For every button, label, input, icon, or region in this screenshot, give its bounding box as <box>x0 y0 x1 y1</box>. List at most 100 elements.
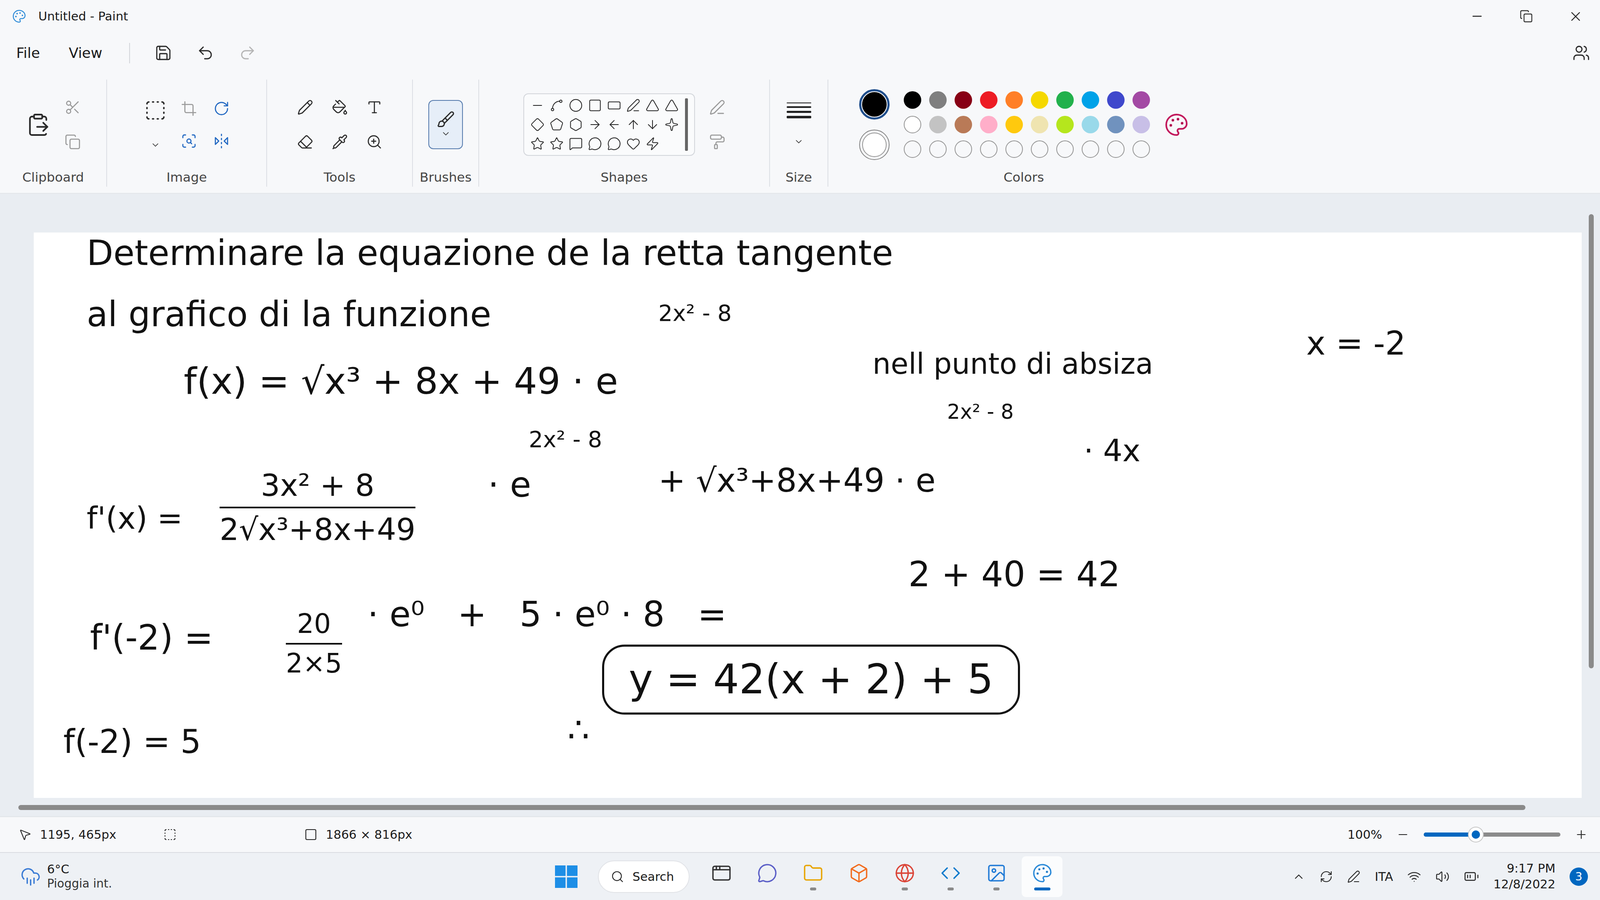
color-swatch[interactable] <box>980 115 998 134</box>
rectangle-icon[interactable] <box>587 98 603 113</box>
undo-icon[interactable] <box>196 44 215 62</box>
color-swatch[interactable] <box>903 140 922 158</box>
rectangle-callout-icon[interactable] <box>568 136 583 151</box>
zoom-slider[interactable] <box>1423 832 1561 837</box>
size-icon[interactable] <box>786 102 812 119</box>
redo-icon[interactable] <box>238 44 257 62</box>
taskbar-app[interactable] <box>1021 856 1063 898</box>
fill-icon[interactable] <box>331 99 348 116</box>
restore-icon[interactable] <box>1519 9 1533 23</box>
curve-icon[interactable] <box>549 98 564 113</box>
color-swatch[interactable] <box>1081 91 1100 109</box>
pen-icon[interactable] <box>1347 870 1361 884</box>
pencil-icon[interactable] <box>297 99 314 116</box>
oval-icon[interactable] <box>568 98 583 113</box>
select-dropdown-icon[interactable] <box>150 140 161 150</box>
brush-icon[interactable] <box>436 110 455 129</box>
color-swatch[interactable] <box>1030 115 1049 134</box>
hexagon-icon[interactable] <box>568 117 583 132</box>
heart-icon[interactable] <box>626 136 641 151</box>
up-arrow-icon[interactable] <box>626 117 641 132</box>
menu-item[interactable]: View <box>66 44 105 62</box>
save-button[interactable] <box>154 44 173 62</box>
eraser-icon[interactable] <box>297 133 314 150</box>
color-swatch[interactable] <box>1132 115 1150 134</box>
zoom-out-icon[interactable] <box>1396 827 1410 842</box>
weather-widget[interactable]: 6°CPioggia int. <box>20 862 546 891</box>
color-swatch[interactable] <box>903 91 922 109</box>
outline-icon[interactable] <box>709 99 726 116</box>
flip-icon[interactable] <box>213 132 230 150</box>
taskbar-app[interactable] <box>930 856 971 898</box>
select-icon[interactable] <box>144 99 167 122</box>
resize-icon[interactable] <box>180 132 198 150</box>
minimize-button[interactable] <box>1452 0 1502 33</box>
color-swatch[interactable] <box>980 140 998 158</box>
right-triangle-icon[interactable] <box>664 98 679 113</box>
magnifier-icon[interactable] <box>366 133 383 150</box>
color-swatch[interactable] <box>954 115 973 134</box>
shapes-scrollbar[interactable] <box>685 98 688 151</box>
color-swatch[interactable] <box>980 91 998 109</box>
right-arrow-icon[interactable] <box>587 117 603 132</box>
color-swatch[interactable] <box>1030 91 1049 109</box>
color-swatch[interactable] <box>1132 91 1150 109</box>
redo-button[interactable] <box>238 44 257 62</box>
battery-icon[interactable] <box>1463 868 1480 885</box>
primary-color[interactable] <box>859 89 890 120</box>
color-swatch[interactable] <box>1107 115 1125 134</box>
vertical-scrollbar[interactable] <box>1588 214 1594 669</box>
color-swatch[interactable] <box>929 115 947 134</box>
hidden-icons-icon[interactable] <box>1292 870 1306 884</box>
color-swatch[interactable] <box>1005 91 1023 109</box>
taskbar-app[interactable] <box>792 856 834 898</box>
save-icon[interactable] <box>154 44 173 62</box>
triangle-icon[interactable] <box>645 98 660 113</box>
color-swatch[interactable] <box>954 91 973 109</box>
left-arrow-icon[interactable] <box>607 117 622 132</box>
cloud-callout-icon[interactable] <box>607 136 622 151</box>
down-arrow-icon[interactable] <box>645 117 660 132</box>
brushes-dropdown-icon[interactable] <box>440 128 451 139</box>
taskbar-app[interactable] <box>746 856 788 898</box>
color-swatch[interactable] <box>1056 140 1074 158</box>
color-swatch[interactable] <box>929 140 947 158</box>
color-swatch[interactable] <box>954 140 973 158</box>
search-box[interactable]: Search <box>597 860 690 893</box>
menu-item[interactable]: File <box>14 44 43 62</box>
wifi-icon[interactable] <box>1407 869 1422 884</box>
crop-icon[interactable] <box>180 100 198 117</box>
five-point-star-icon[interactable] <box>530 136 545 151</box>
pentagon-icon[interactable] <box>549 117 564 132</box>
minimize-icon[interactable] <box>1470 9 1485 24</box>
six-point-star-icon[interactable] <box>549 136 564 151</box>
oval-callout-icon[interactable] <box>587 136 603 151</box>
edit-colors-icon[interactable] <box>1164 112 1189 138</box>
taskbar-app[interactable] <box>838 856 880 898</box>
rotate-icon[interactable] <box>213 100 230 117</box>
color-swatch[interactable] <box>1132 140 1150 158</box>
copy-icon[interactable] <box>64 133 81 150</box>
undo-button[interactable] <box>196 44 215 62</box>
size-dropdown-icon[interactable] <box>793 136 804 147</box>
color-swatch[interactable] <box>1081 140 1100 158</box>
color-swatch[interactable] <box>1107 140 1125 158</box>
diamond-icon[interactable] <box>530 117 545 132</box>
drawing-canvas[interactable]: Determinare la equazione de la retta tan… <box>33 232 1582 798</box>
close-icon[interactable] <box>1567 8 1584 25</box>
shape-fill-icon[interactable] <box>709 133 726 150</box>
account-icon[interactable] <box>1572 44 1590 62</box>
color-picker-icon[interactable] <box>331 133 348 150</box>
taskbar-app[interactable] <box>975 856 1017 898</box>
horizontal-scrollbar[interactable] <box>18 805 1526 810</box>
color-swatch[interactable] <box>1056 91 1074 109</box>
cut-icon[interactable] <box>64 99 81 116</box>
line-icon[interactable] <box>530 98 545 113</box>
taskbar-app[interactable] <box>700 856 742 898</box>
color-swatch[interactable] <box>929 91 947 109</box>
notification-badge[interactable]: 3 <box>1569 867 1588 886</box>
color-swatch[interactable] <box>1005 115 1023 134</box>
volume-icon[interactable] <box>1435 869 1450 884</box>
restore-button[interactable] <box>1501 0 1551 33</box>
start-button[interactable] <box>545 856 587 898</box>
